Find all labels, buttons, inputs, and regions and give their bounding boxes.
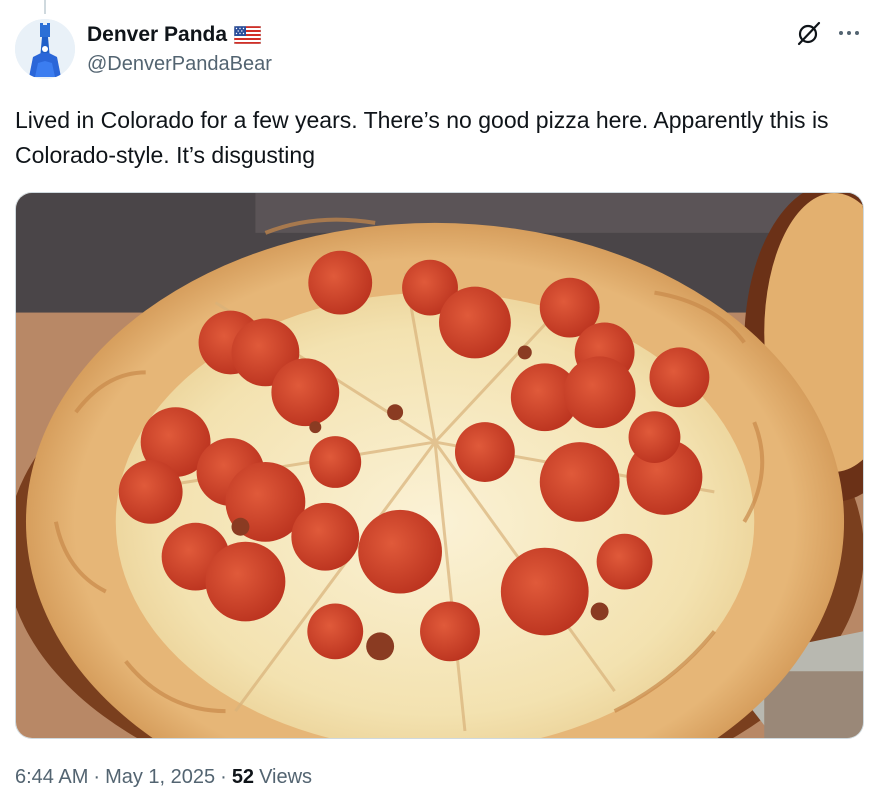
author-display-name[interactable]: Denver Panda: [87, 23, 227, 47]
thread-connector-line: [44, 0, 46, 14]
author-name-row[interactable]: Denver Panda: [87, 21, 262, 49]
tweet-photo[interactable]: [15, 192, 864, 739]
header-actions: [796, 20, 862, 46]
tweet-date[interactable]: May 1, 2025: [105, 766, 215, 789]
pizza-photo-image: [16, 193, 863, 738]
author-handle[interactable]: @DenverPandaBear: [87, 53, 272, 76]
meta-separator: ·: [93, 766, 101, 788]
tweet-metadata: 6:44 AM · May 1, 2025 · 52 Views: [15, 766, 312, 789]
meta-separator: ·: [220, 766, 227, 788]
us-flag-icon: [234, 26, 262, 44]
grok-slash-icon[interactable]: [796, 20, 822, 46]
tweet-time[interactable]: 6:44 AM: [15, 766, 88, 789]
more-dots-icon[interactable]: [836, 20, 862, 46]
views-label: Views: [259, 766, 313, 788]
author-avatar[interactable]: [15, 19, 75, 79]
tweet-text: Lived in Colorado for a few years. There…: [15, 107, 829, 168]
views-count: 52: [231, 766, 255, 788]
panda-avatar-icon: [15, 19, 75, 79]
